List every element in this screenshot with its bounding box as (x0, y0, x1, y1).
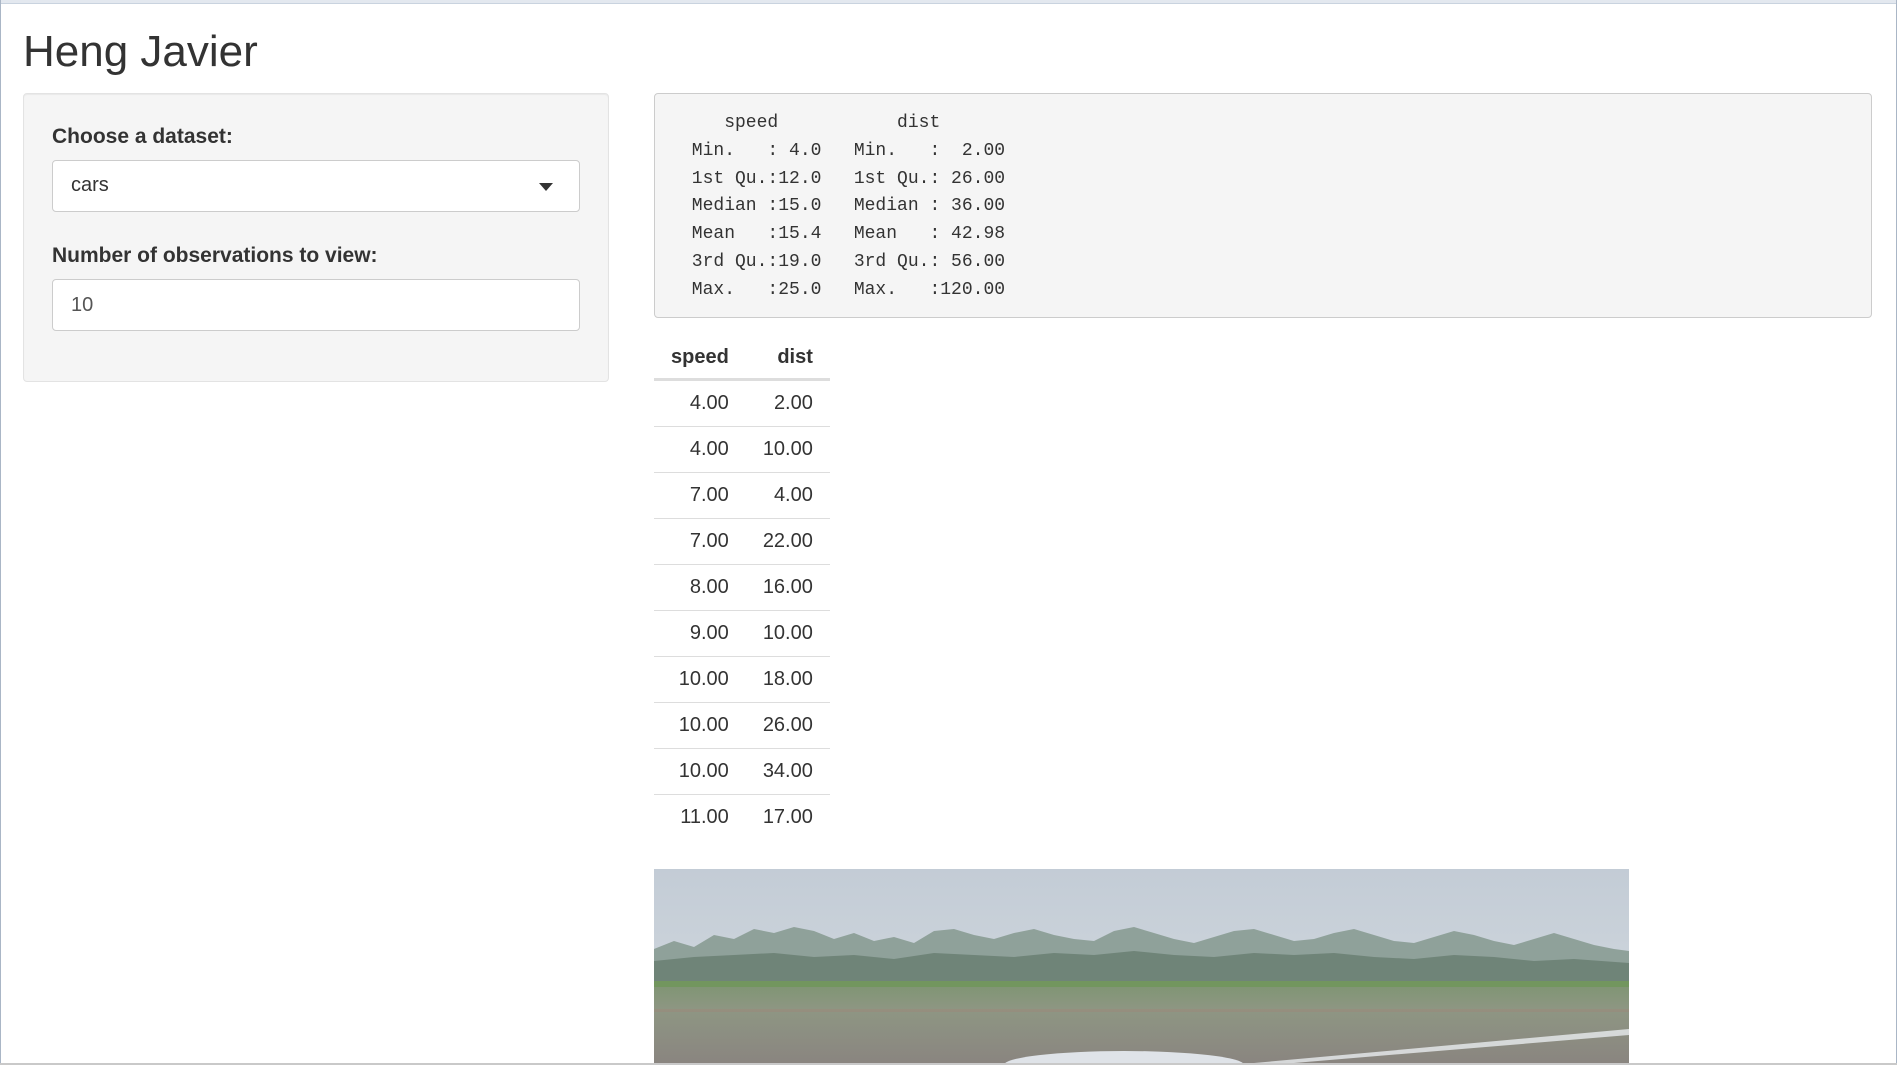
cell-speed: 9.00 (654, 610, 746, 657)
table-row: 8.00 16.00 (654, 564, 830, 611)
page-title: Heng Javier (23, 27, 258, 76)
column-header-dist: dist (745, 336, 830, 381)
cell-dist: 4.00 (745, 472, 830, 519)
cell-dist: 18.00 (745, 656, 830, 703)
cell-speed: 10.00 (654, 748, 746, 795)
cell-dist: 26.00 (745, 702, 830, 749)
table-row: 10.00 34.00 (654, 748, 830, 795)
table-row: 11.00 17.00 (654, 794, 830, 840)
table-row: 4.00 10.00 (654, 426, 830, 473)
dataset-select-value: cars (71, 174, 109, 196)
obs-number-input[interactable] (52, 279, 580, 331)
cell-speed: 10.00 (654, 702, 746, 749)
cell-speed: 7.00 (654, 472, 746, 519)
cell-speed: 10.00 (654, 656, 746, 703)
cell-speed: 11.00 (654, 794, 746, 840)
table-row: 10.00 18.00 (654, 656, 830, 703)
cell-dist: 16.00 (745, 564, 830, 611)
table-row: 7.00 22.00 (654, 518, 830, 565)
dataset-label: Choose a dataset: (52, 125, 233, 148)
window-top-border (0, 0, 1897, 4)
cell-speed: 7.00 (654, 518, 746, 565)
table-header-row: speed dist (654, 336, 830, 381)
cell-dist: 17.00 (745, 794, 830, 840)
obs-label: Number of observations to view: (52, 244, 378, 267)
summary-output: speed dist Min. : 4.0 Min. : 2.00 1st Qu… (654, 93, 1872, 318)
cell-speed: 8.00 (654, 564, 746, 611)
cell-dist: 10.00 (745, 610, 830, 657)
dataset-select[interactable]: cars (52, 160, 580, 212)
cell-dist: 34.00 (745, 748, 830, 795)
observations-table: speed dist 4.00 2.00 4.00 10.00 7.00 4.00 7… (654, 336, 830, 840)
cell-dist: 10.00 (745, 426, 830, 473)
cell-dist: 2.00 (773, 392, 813, 414)
table-row: 9.00 10.00 (654, 610, 830, 657)
table-row: 4.00 2.00 (654, 380, 830, 427)
cell-speed: 4.00 (654, 426, 746, 473)
table-row: 10.00 26.00 (654, 702, 830, 749)
window-left-border (0, 0, 1, 1065)
chevron-down-icon (539, 183, 553, 191)
landscape-photo (654, 869, 1629, 1063)
cell-speed: 4.00 (689, 392, 729, 414)
column-header-speed: speed (654, 336, 746, 381)
sidebar-panel: Choose a dataset: cars Number of observa… (23, 93, 609, 382)
table-row: 7.00 4.00 (654, 472, 830, 519)
landscape-photo-graphic (654, 869, 1629, 1063)
cell-dist: 22.00 (745, 518, 830, 565)
